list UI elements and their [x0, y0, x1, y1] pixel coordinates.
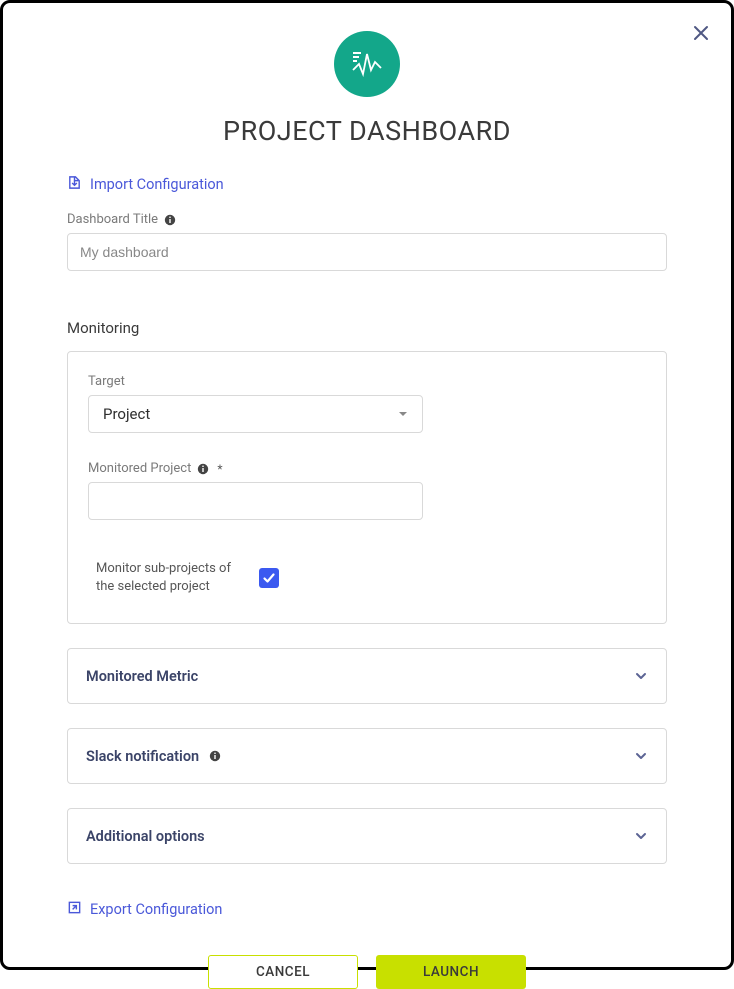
import-icon	[67, 175, 82, 194]
chevron-down-icon	[634, 829, 648, 843]
monitor-subprojects-row: Monitor sub-projects of the selected pro…	[88, 560, 646, 595]
dialog-footer: CANCEL LAUNCH	[67, 955, 667, 989]
target-select-value: Project	[103, 405, 150, 423]
accordion-title: Monitored Metric	[86, 668, 198, 685]
import-configuration-link[interactable]: Import Configuration	[67, 175, 224, 194]
info-icon[interactable]	[209, 750, 221, 762]
chevron-down-icon	[634, 749, 648, 763]
export-link-label: Export Configuration	[90, 901, 222, 918]
dialog-title: PROJECT DASHBOARD	[3, 115, 731, 147]
dashboard-title-label: Dashboard Title	[67, 212, 667, 227]
slack-notification-accordion[interactable]: Slack notification	[67, 728, 667, 784]
dashboard-title-input[interactable]	[67, 233, 667, 271]
chevron-down-icon	[634, 669, 648, 683]
additional-options-accordion[interactable]: Additional options	[67, 808, 667, 864]
cancel-button[interactable]: CANCEL	[208, 955, 358, 989]
export-configuration-link[interactable]: Export Configuration	[67, 900, 222, 919]
monitoring-panel: Target Project Monitored Project * Monit…	[67, 351, 667, 624]
monitored-project-label: Monitored Project *	[88, 461, 646, 476]
info-icon[interactable]	[164, 214, 176, 226]
dialog-frame: PROJECT DASHBOARD Import Configuration D…	[0, 0, 734, 970]
monitoring-section-label: Monitoring	[67, 319, 667, 337]
monitor-subprojects-label: Monitor sub-projects of the selected pro…	[96, 560, 241, 595]
accordion-title: Additional options	[86, 828, 205, 845]
dashboard-icon	[334, 31, 400, 97]
launch-button[interactable]: LAUNCH	[376, 955, 526, 989]
monitored-project-input[interactable]	[88, 482, 423, 520]
required-asterisk: *	[217, 462, 222, 476]
close-icon[interactable]	[693, 25, 709, 41]
accordion-title: Slack notification	[86, 748, 221, 765]
import-link-label: Import Configuration	[90, 176, 224, 193]
target-select[interactable]: Project	[88, 395, 423, 433]
info-icon[interactable]	[197, 463, 209, 475]
monitored-metric-accordion[interactable]: Monitored Metric	[67, 648, 667, 704]
dialog-header: PROJECT DASHBOARD	[3, 31, 731, 147]
monitor-subprojects-checkbox[interactable]	[259, 568, 279, 588]
target-label: Target	[88, 374, 646, 389]
caret-down-icon	[398, 409, 408, 419]
export-icon	[67, 900, 82, 919]
